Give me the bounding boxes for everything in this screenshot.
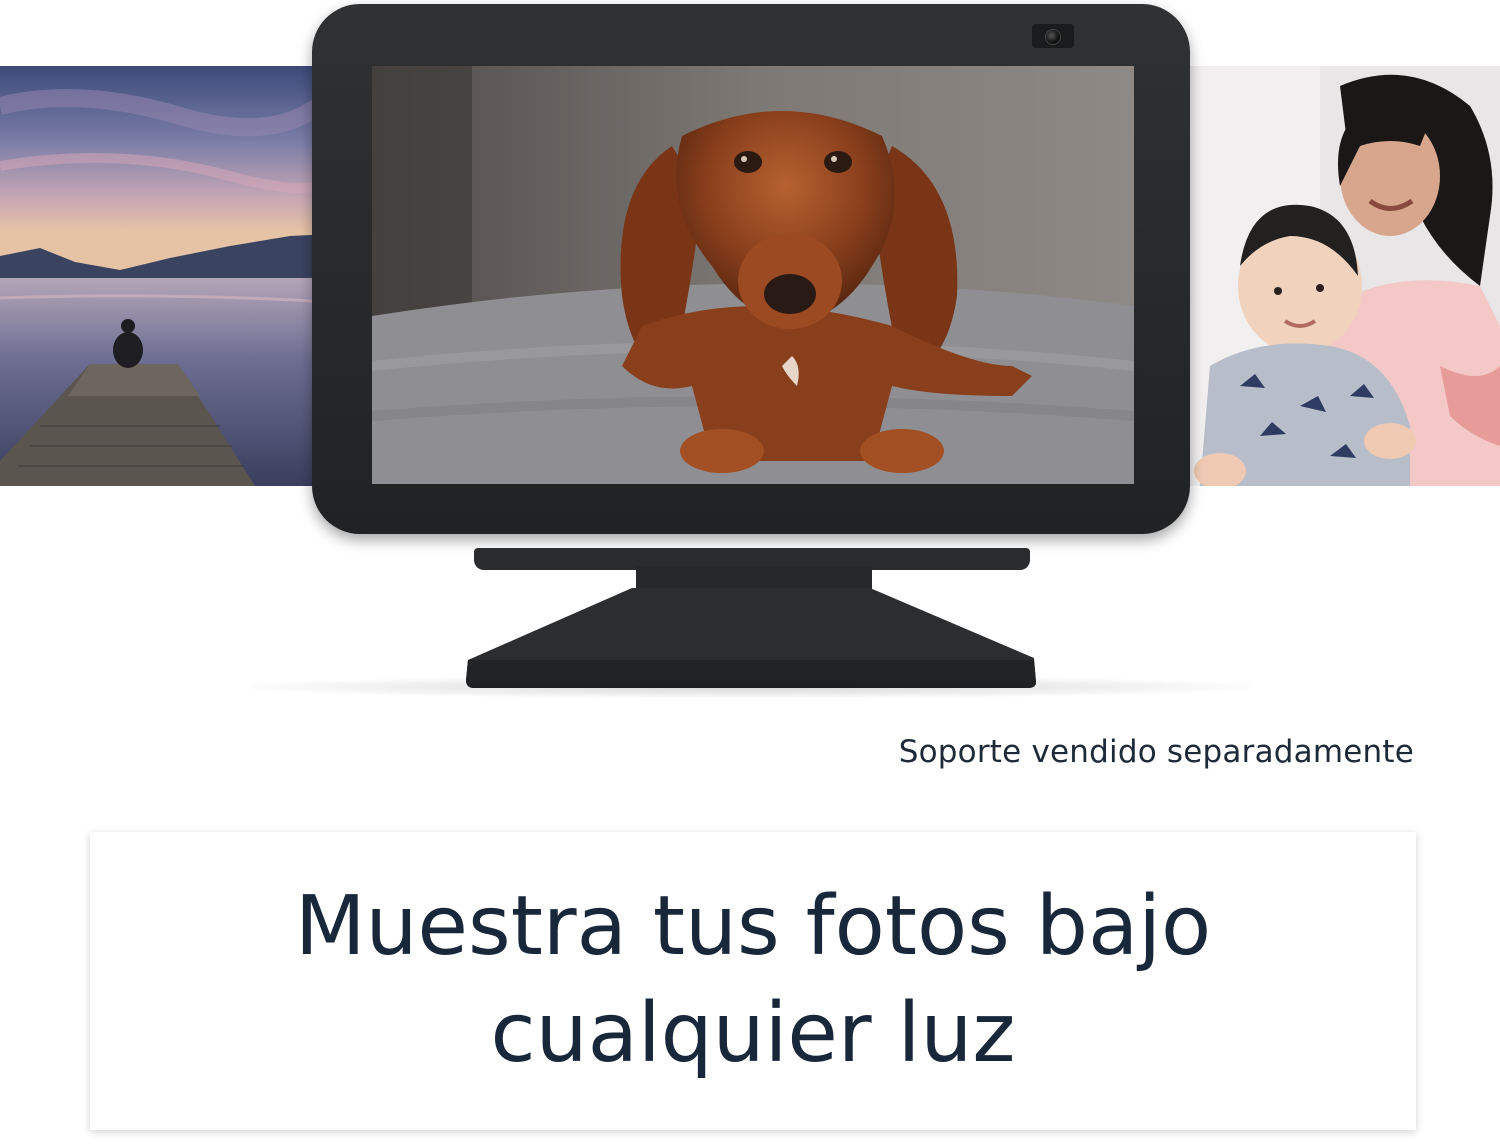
headline-card: Muestra tus fotos bajo cualquier luz: [90, 832, 1416, 1130]
floor-shadow: [250, 676, 1250, 698]
stand-sold-separately-caption: Soporte vendido separadamente: [898, 734, 1414, 770]
stand-base: [466, 588, 1036, 688]
headline-text: Muestra tus fotos bajo cualquier luz: [294, 879, 1212, 1081]
product-banner: Soporte vendido separadamente Muestra tu…: [0, 0, 1500, 1148]
